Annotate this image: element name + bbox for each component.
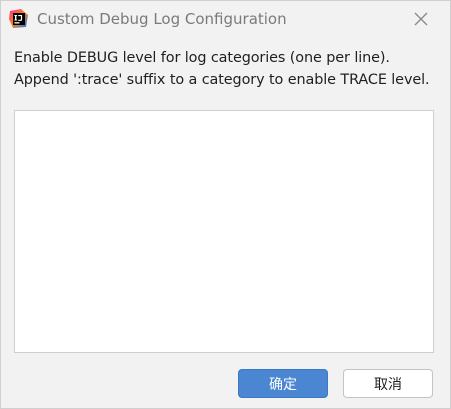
- log-categories-input[interactable]: [14, 110, 434, 353]
- cancel-button-label: 取消: [374, 376, 402, 393]
- title-bar: Custom Debug Log Configuration: [1, 1, 450, 37]
- window-title: Custom Debug Log Configuration: [37, 10, 287, 28]
- description-line-1: Enable DEBUG level for log categories (o…: [14, 50, 390, 66]
- intellij-idea-icon: [9, 9, 29, 29]
- description-line-2: Append ':trace' suffix to a category to …: [14, 72, 430, 88]
- ok-button-label: 确定: [269, 376, 297, 393]
- description-text: Enable DEBUG level for log categories (o…: [14, 47, 444, 91]
- close-icon[interactable]: [411, 9, 431, 29]
- cancel-button[interactable]: 取消: [343, 369, 433, 398]
- ok-button[interactable]: 确定: [238, 369, 328, 398]
- dialog-window: Custom Debug Log Configuration Enable DE…: [0, 0, 451, 409]
